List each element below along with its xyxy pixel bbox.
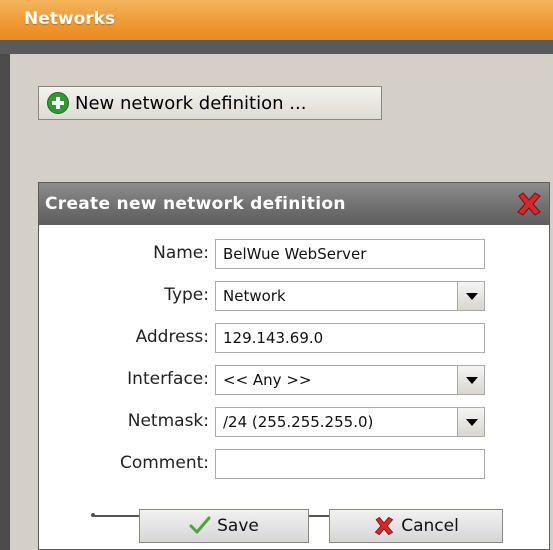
comment-row: Comment:: [39, 449, 549, 479]
cancel-button[interactable]: Cancel: [329, 509, 503, 543]
comment-input[interactable]: [215, 449, 485, 479]
netmask-select[interactable]: /24 (255.255.255.0): [215, 407, 457, 437]
type-label: Type:: [164, 285, 209, 305]
add-icon: [47, 92, 69, 114]
interface-dropdown-chevron-down-icon[interactable]: [457, 365, 485, 395]
save-label: Save: [217, 516, 259, 536]
cancel-label: Cancel: [401, 516, 459, 536]
interface-select[interactable]: << Any >>: [215, 365, 457, 395]
name-row: Name: BelWue WebServer: [39, 239, 549, 269]
interface-row: Interface: << Any >>: [39, 365, 549, 395]
header-divider: [0, 40, 553, 54]
checkmark-icon: [189, 516, 211, 534]
name-label: Name:: [153, 243, 209, 263]
dialog-title: Create new network definition: [45, 194, 346, 214]
interface-label: Interface:: [127, 369, 209, 389]
type-dropdown-chevron-down-icon[interactable]: [457, 281, 485, 311]
type-select[interactable]: Network: [215, 281, 457, 311]
dialog-titlebar: Create new network definition: [39, 183, 549, 225]
address-label: Address:: [135, 327, 209, 347]
networks-panel: New network definition ... Create new ne…: [10, 54, 553, 550]
netmask-row: Netmask: /24 (255.255.255.0): [39, 407, 549, 437]
netmask-dropdown-chevron-down-icon[interactable]: [457, 407, 485, 437]
type-row: Type: Network: [39, 281, 549, 311]
cancel-icon: [374, 516, 394, 536]
new-network-definition-button[interactable]: New network definition ...: [38, 86, 382, 120]
page-title: Networks: [24, 9, 116, 29]
close-icon[interactable]: [515, 190, 543, 218]
create-network-dialog: Create new network definition Name: BelW…: [38, 182, 550, 550]
address-input[interactable]: 129.143.69.0: [215, 323, 485, 353]
comment-label: Comment:: [119, 453, 209, 473]
netmask-label: Netmask:: [127, 411, 209, 431]
new-network-definition-label: New network definition ...: [75, 92, 307, 114]
address-row: Address: 129.143.69.0: [39, 323, 549, 353]
network-form: Name: BelWue WebServer Type: Network Add…: [39, 225, 549, 549]
app-header: Networks: [0, 0, 553, 40]
save-button[interactable]: Save: [139, 509, 309, 543]
name-input[interactable]: BelWue WebServer: [215, 239, 485, 269]
